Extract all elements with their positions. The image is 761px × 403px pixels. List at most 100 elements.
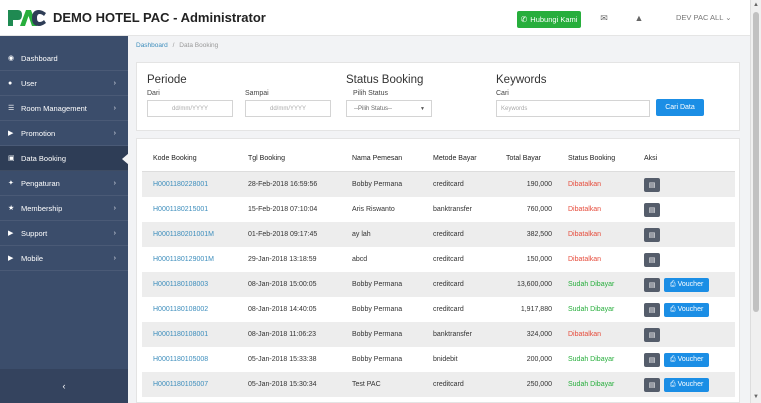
booking-code-link[interactable]: H0001180108001 bbox=[153, 322, 208, 347]
voucher-button[interactable]: ⎙ Voucher bbox=[664, 277, 710, 292]
sidebar-item-pengaturan[interactable]: ✦ Pengaturan › bbox=[0, 171, 128, 196]
status-badge: Dibatalkan bbox=[568, 256, 602, 263]
status-booking-title: Status Booking bbox=[346, 74, 424, 86]
contact-us-button[interactable]: ✆ Hubungi Kami bbox=[517, 11, 581, 28]
breadcrumb-dashboard[interactable]: Dashboard bbox=[136, 42, 168, 49]
document-icon: ▤ bbox=[648, 181, 656, 189]
sidebar-item-label: Dashboard bbox=[21, 53, 58, 63]
header-metode-bayar[interactable]: Metode Bayar bbox=[433, 146, 477, 171]
header-aksi: Aksi bbox=[644, 155, 658, 162]
sidebar-item-dashboard[interactable]: ◉ Dashboard bbox=[0, 46, 128, 71]
sidebar-item-support[interactable]: ▶ Support › bbox=[0, 221, 128, 246]
payment-method: creditcard bbox=[433, 381, 464, 388]
booking-code-link[interactable]: H0001180215001 bbox=[153, 197, 208, 222]
voucher-button[interactable]: ⎙ Voucher bbox=[664, 377, 710, 392]
scroll-thumb[interactable] bbox=[753, 12, 759, 312]
voucher-label: Voucher bbox=[677, 356, 704, 363]
sampai-label: Sampai bbox=[245, 90, 269, 97]
table-row: H0001180215001 15-Feb-2018 07:10:04 Aris… bbox=[142, 197, 735, 222]
booking-code-link[interactable]: H0001180105008 bbox=[153, 347, 208, 372]
customer-name: ay lah bbox=[352, 231, 371, 238]
sidebar-item-label: User bbox=[21, 78, 37, 88]
date-from-input[interactable]: dd/mm/YYYY bbox=[147, 100, 233, 117]
header-nama-pemesan[interactable]: Nama Pemesan bbox=[352, 146, 402, 171]
envelope-icon[interactable]: ✉ bbox=[597, 9, 611, 27]
table-row: H0001180129001M 29-Jan-2018 13:18:59 abc… bbox=[142, 247, 735, 272]
table-row: H0001180108003 08-Jan-2018 15:00:05 Bobb… bbox=[142, 272, 735, 297]
payment-method: creditcard bbox=[433, 231, 464, 238]
customer-name: Bobby Permana bbox=[352, 306, 403, 313]
voucher-label: Voucher bbox=[677, 306, 704, 313]
sidebar-item-data-booking[interactable]: ▣ Data Booking bbox=[0, 146, 129, 171]
detail-button[interactable]: ▤ bbox=[644, 327, 660, 342]
sidebar-item-user[interactable]: ● User › bbox=[0, 71, 128, 96]
total-amount: 760,000 bbox=[526, 206, 552, 213]
bell-icon[interactable]: ▲ bbox=[632, 9, 646, 27]
header-kode-booking[interactable]: Kode Booking bbox=[153, 146, 197, 171]
sidebar-item-mobile[interactable]: ▶ Mobile › bbox=[0, 246, 128, 271]
detail-button[interactable]: ▤ bbox=[644, 177, 660, 192]
sidebar-collapse-button[interactable]: ‹ bbox=[0, 369, 128, 403]
booking-code-link[interactable]: H0001180129001M bbox=[153, 247, 214, 272]
header-total-bayar[interactable]: Total Bayar bbox=[506, 146, 566, 171]
sidebar-item-membership[interactable]: ★ Membership › bbox=[0, 196, 128, 221]
keywords-input[interactable]: Keywords bbox=[496, 100, 650, 117]
search-button[interactable]: Cari Data bbox=[656, 99, 704, 116]
user-name: DEV PAC ALL bbox=[676, 13, 724, 22]
actions: ▤ bbox=[644, 222, 660, 247]
sidebar-item-promotion[interactable]: ▶ Promotion › bbox=[0, 121, 128, 146]
detail-button[interactable]: ▤ bbox=[644, 302, 660, 317]
booking-code-link[interactable]: H0001180228001 bbox=[153, 172, 208, 197]
booking-code-link[interactable]: H0001180201001M bbox=[153, 222, 214, 247]
dari-label: Dari bbox=[147, 90, 160, 97]
print-icon: ⎙ bbox=[670, 305, 676, 313]
scroll-up-icon[interactable]: ▲ bbox=[753, 2, 759, 8]
scroll-down-icon[interactable]: ▼ bbox=[753, 394, 759, 400]
detail-button[interactable]: ▤ bbox=[644, 252, 660, 267]
actions: ▤ ⎙ Voucher bbox=[644, 347, 710, 372]
voucher-button[interactable]: ⎙ Voucher bbox=[664, 352, 710, 367]
booking-code-link[interactable]: H0001180105007 bbox=[153, 372, 208, 397]
keywords-title: Keywords bbox=[496, 74, 547, 86]
total-amount: 13,600,000 bbox=[516, 281, 552, 288]
header-tgl-booking[interactable]: Tgl Booking bbox=[248, 146, 285, 171]
sidebar-item-label: Pengaturan bbox=[21, 178, 60, 188]
booking-code-link[interactable]: H0001180108002 bbox=[153, 297, 208, 322]
detail-button[interactable]: ▤ bbox=[644, 227, 660, 242]
detail-button[interactable]: ▤ bbox=[644, 352, 660, 367]
voucher-button[interactable]: ⎙ Voucher bbox=[664, 302, 710, 317]
breadcrumb: Dashboard / Data Booking bbox=[136, 42, 218, 49]
booking-code-link[interactable]: H0001180108003 bbox=[153, 272, 208, 297]
chevron-right-icon: › bbox=[113, 254, 116, 262]
keywords-placeholder: Keywords bbox=[501, 105, 528, 112]
user-menu[interactable]: DEV PAC ALL ⌄ bbox=[676, 13, 732, 22]
payment-method: bnidebit bbox=[433, 356, 458, 363]
status-badge: Dibatalkan bbox=[568, 331, 602, 338]
booking-date: 15-Feb-2018 07:10:04 bbox=[248, 206, 318, 213]
status-select[interactable]: --Pilih Status-- ▼ bbox=[346, 100, 432, 117]
payment-method: banktransfer bbox=[433, 331, 472, 338]
detail-button[interactable]: ▤ bbox=[644, 202, 660, 217]
booking-table: Kode Booking Tgl Booking Nama Pemesan Me… bbox=[136, 138, 740, 403]
actions: ▤ bbox=[644, 172, 660, 197]
date-to-input[interactable]: dd/mm/YYYY bbox=[245, 100, 331, 117]
pac-logo[interactable] bbox=[6, 6, 48, 30]
date-to-placeholder: dd/mm/YYYY bbox=[269, 105, 306, 112]
total-amount: 250,000 bbox=[526, 381, 552, 388]
actions: ▤ bbox=[644, 197, 660, 222]
document-icon: ▤ bbox=[648, 206, 656, 214]
detail-button[interactable]: ▤ bbox=[644, 377, 660, 392]
total-amount: 324,000 bbox=[526, 331, 552, 338]
status-badge: Sudah Dibayar bbox=[568, 381, 615, 388]
sidebar-item-room-management[interactable]: ☰ Room Management › bbox=[0, 96, 128, 121]
user-icon: ● bbox=[8, 79, 13, 87]
document-icon: ▤ bbox=[648, 381, 656, 389]
document-icon: ▤ bbox=[648, 356, 656, 364]
document-icon: ▤ bbox=[648, 231, 656, 239]
page-scrollbar[interactable]: ▲ ▼ bbox=[750, 0, 761, 403]
customer-name: Aris Riswanto bbox=[352, 206, 395, 213]
sidebar-item-label: Mobile bbox=[21, 253, 44, 263]
booking-date: 08-Jan-2018 14:40:05 bbox=[248, 306, 317, 313]
header-status-booking[interactable]: Status Booking bbox=[568, 146, 615, 171]
detail-button[interactable]: ▤ bbox=[644, 277, 660, 292]
